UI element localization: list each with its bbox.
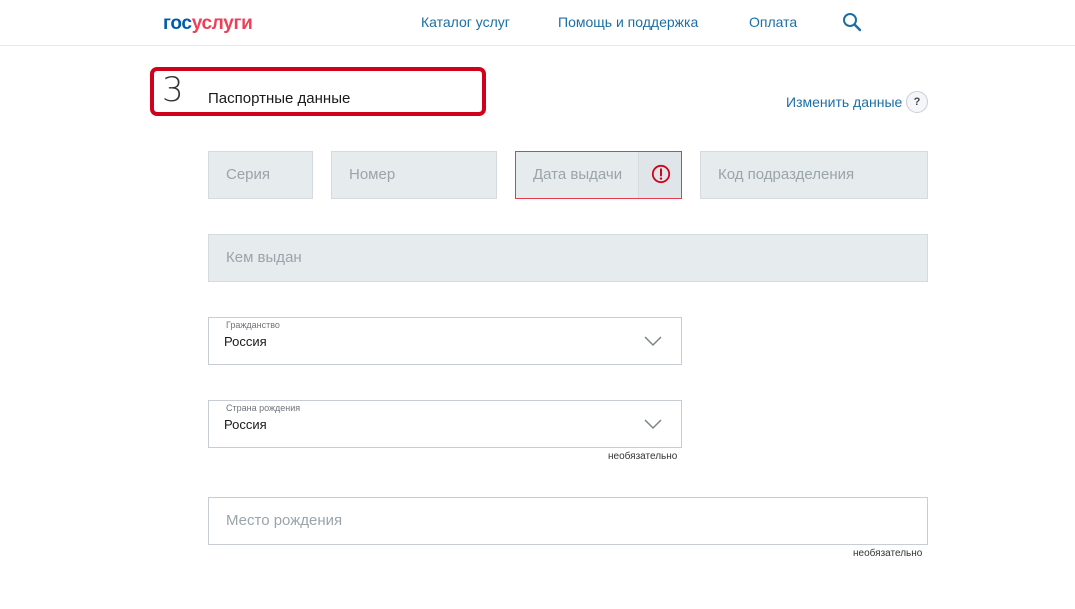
top-header: госуслуги Каталог услуг Помощь и поддерж… (0, 0, 1075, 46)
logo-part-uslugi: услуги (191, 13, 253, 34)
citizenship-value: Россия (224, 334, 267, 349)
search-icon[interactable] (842, 12, 862, 32)
error-exclamation-icon (651, 164, 671, 184)
birth-country-label: Страна рождения (226, 403, 301, 413)
error-indicator (638, 152, 681, 198)
birth-country-value: Россия (224, 417, 267, 432)
citizenship-label: Гражданство (226, 320, 280, 330)
issue-date-input[interactable]: Дата выдачи (515, 151, 682, 199)
passport-series-input[interactable]: Серия (208, 151, 313, 199)
issue-date-placeholder: Дата выдачи (533, 166, 623, 183)
division-code-input[interactable]: Код подразделения (700, 151, 928, 199)
birth-country-select[interactable]: Страна рождения Россия (208, 400, 682, 448)
chevron-down-icon (644, 419, 662, 430)
issued-by-input[interactable]: Кем выдан (208, 234, 928, 282)
birth-country-optional-note: необязательно (608, 451, 678, 462)
step-number: 3 (162, 70, 184, 110)
chevron-down-icon (644, 336, 662, 347)
birthplace-input[interactable]: Место рождения (208, 497, 928, 545)
nav-catalog-link[interactable]: Каталог услуг (421, 14, 510, 31)
passport-number-input[interactable]: Номер (331, 151, 497, 199)
birthplace-optional-note: необязательно (853, 548, 923, 559)
help-button[interactable]: ? (906, 91, 928, 113)
nav-help-link[interactable]: Помощь и поддержка (558, 14, 698, 31)
logo-part-gos: гос (163, 13, 192, 34)
edit-data-link[interactable]: Изменить данные (786, 94, 902, 111)
gosuslugi-logo[interactable]: госуслуги (163, 13, 253, 35)
citizenship-select[interactable]: Гражданство Россия (208, 317, 682, 365)
section-title: Паспортные данные (208, 90, 351, 107)
nav-payment-link[interactable]: Оплата (749, 14, 797, 31)
